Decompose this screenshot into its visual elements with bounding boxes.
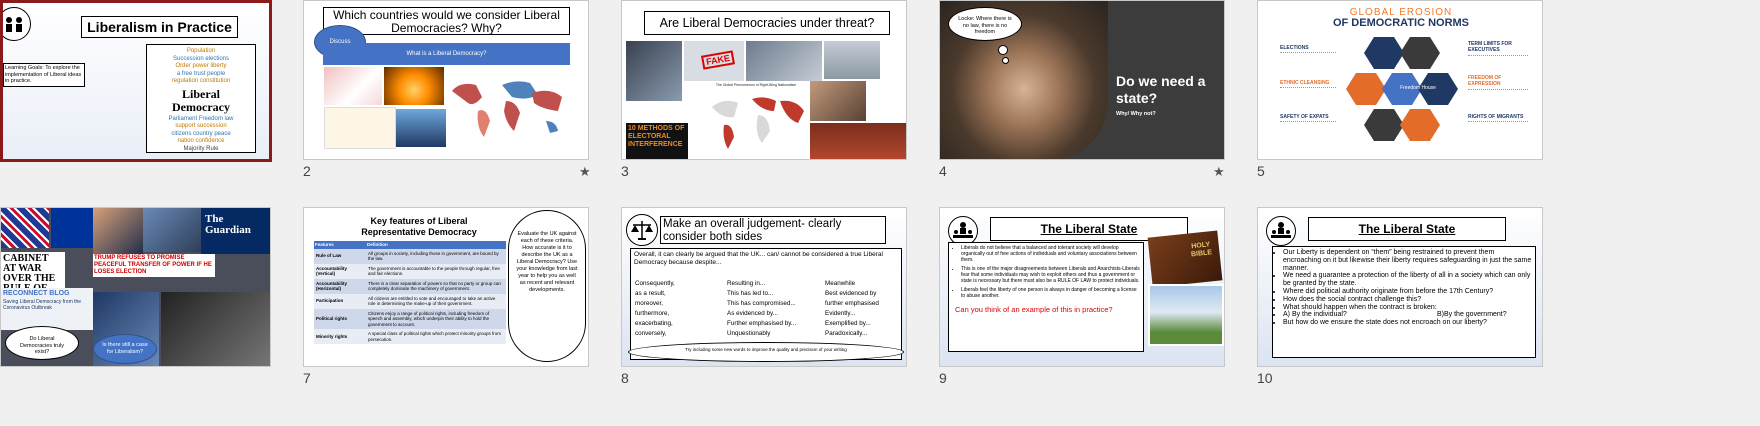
slide-number-5: 5 [1257,163,1265,179]
slide-number-9: 9 [939,370,947,386]
people-icon [1266,216,1296,246]
center-label: Freedom House [1400,85,1436,91]
left-label-3: SAFETY OF EXPATS [1280,114,1329,120]
collage-photo-1 [626,41,682,101]
right-text-1 [1468,55,1528,70]
church-photo [1148,284,1224,346]
right-label-2: FREEDOM OF EXPRESSION [1468,75,1502,87]
slide-thumbnail-5[interactable]: GLOBAL EROSION OF DEMOCRATIC NORMS Freed… [1257,0,1543,160]
word-cloud-main: Liberal Democracy [172,86,230,114]
quote-cloud: Locke: Where there is no law, there is n… [948,7,1022,41]
left-label-2: ETHNIC CLEANSING [1280,80,1330,86]
slide-number-4: 4 [939,163,947,179]
heart-hands-photo [384,67,444,105]
slide-number-2: 2 [303,163,311,179]
slide-thumbnail-10[interactable]: The Liberal State Our Liberty is depende… [1257,207,1543,367]
animation-star-icon[interactable]: ★ [579,164,591,180]
hexagon-cluster [1346,37,1458,141]
banner: What is a Liberal Democracy? [323,43,570,65]
slide-title: Key features of Liberal Representative D… [361,216,477,237]
map-photo: The Global Phenomenon of Right-Wing Nati… [704,83,808,159]
right-text-3 [1468,121,1528,136]
learning-goals-box: Learning Goals: To explore the implement… [3,63,85,87]
question-cloud-1: Do Liberal Democracies truly exist? [5,326,79,360]
protest-photo [161,292,270,366]
content-box: Our Liberty is dependent on “them” being… [1272,246,1536,358]
meeting-photo [746,41,822,81]
footer-cloud: Try including some new words to improve … [628,342,904,362]
uk-flag-photo [1,208,49,248]
cartoon-photo [324,107,396,149]
scales-icon [626,214,658,246]
left-text-1 [1280,52,1336,67]
people-silhouette-photo [396,109,446,147]
right-label-3: RIGHTS OF MIGRANTS [1468,114,1524,120]
methods-panel: 10 METHODS OF ELECTORAL INTERFERENCE [626,123,688,159]
slide-thumbnail-3[interactable]: Are Liberal Democracies under threat? FA… [621,0,907,160]
features-table: Features Definition Rule of Law All groups… [314,241,506,344]
fake-news-photo: FAKE [684,41,744,81]
slide-title: Liberalism in Practice [81,16,238,38]
quote-tail-dots [1002,57,1009,64]
right-label-1: TERM LIMITS FOR EXECUTIVES [1468,41,1512,53]
question-cloud-2: Is there still a case for Liberalism? [93,334,157,364]
bible-photo: HOLY BIBLE [1147,230,1223,288]
slide-thumbnail-4[interactable]: Locke: Where there is no law, there is n… [939,0,1225,160]
quote-tail-dots [998,45,1008,55]
evaluate-cloud: Evaluate the UK against each of these cr… [508,210,586,362]
question-subtitle: Why/ Why not? [1116,111,1156,117]
slide-thumbnail-2[interactable]: Which countries would we consider Libera… [303,0,589,160]
parliament-photo [810,123,906,159]
build-back-photo [143,208,201,252]
left-text-3 [1280,121,1336,136]
right-text-2 [1468,89,1528,104]
blog-box: RECONNECT BLOG Saving Liberal Democracy … [1,288,93,330]
infographic-title-2: OF DEMOCRATIC NORMS [1332,17,1470,29]
slide-thumbnail-8[interactable]: Make an overall judgement- clearly consi… [621,207,907,367]
slide-thumbnail-6[interactable]: The Guardian TRUMP REFUSES TO PROMISE PE… [0,207,271,367]
left-text-2 [1280,87,1336,102]
slide-number-7: 7 [303,370,311,386]
slide-title: Make an overall judgement- clearly consi… [660,216,886,244]
slide-number-3: 3 [621,163,629,179]
left-label-1: ELECTIONS [1280,45,1309,51]
guardian-photo: The Guardian [201,208,270,254]
red-question: Can you think of an example of this in p… [955,305,1113,314]
word-cloud: Population Succession elections Order po… [146,44,256,153]
people-icon [3,7,31,41]
slide-thumbnail-7[interactable]: Key features of Liberal Representative D… [303,207,589,367]
slide-thumbnail-9[interactable]: The Liberal State Liberals do not believ… [939,207,1225,367]
map-photo [446,67,570,147]
slide-title: Are Liberal Democracies under threat? [644,11,890,35]
trump-photo [93,208,143,258]
animation-star-icon[interactable]: ★ [1213,164,1225,180]
eu-flag-photo [51,208,93,248]
thumbs-photo [324,67,382,105]
question-title: Do we need a state? [1116,73,1206,106]
slide-title: The Liberal State [1308,217,1506,241]
slide-thumbnail-1[interactable]: Liberalism in Practice Learning Goals: T… [0,0,272,162]
flag-photo [824,41,880,79]
content-box: Liberals do not believe that a balanced … [948,242,1144,352]
headline: TRUMP REFUSES TO PROMISE PEACEFUL TRANSF… [93,254,215,277]
slide-number-10: 10 [1257,370,1273,386]
portrait-photo [810,81,866,121]
slide-number-8: 8 [621,370,629,386]
